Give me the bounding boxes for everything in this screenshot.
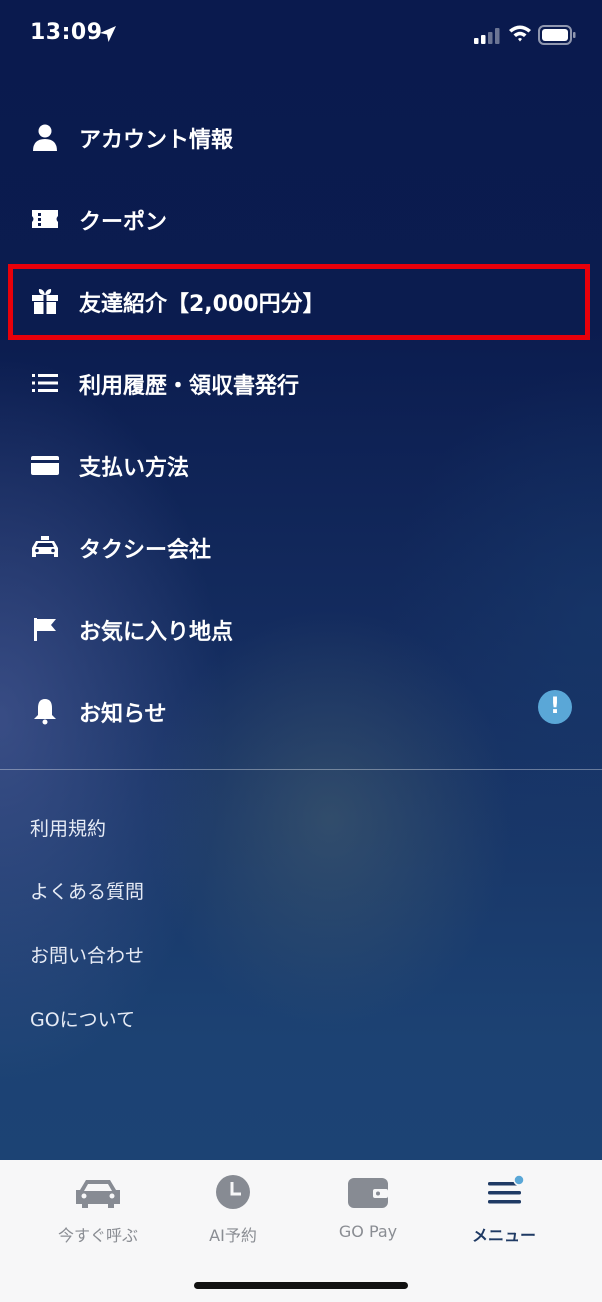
menu-item-payment[interactable]: 支払い方法 (0, 424, 602, 506)
taxi-icon (32, 536, 58, 557)
tab-label: メニュー (471, 1226, 536, 1245)
tab-label: AI予約 (209, 1226, 257, 1245)
tab-menu[interactable]: メニュー (444, 1160, 564, 1260)
wallet-icon (348, 1178, 388, 1208)
link-contact[interactable]: お問い合わせ (30, 941, 144, 968)
menu-item-notifications[interactable]: お知らせ (0, 670, 602, 752)
menu-item-favorites[interactable]: お気に入り地点 (0, 588, 602, 670)
menu-item-label: お気に入り地点 (79, 620, 234, 645)
menu-item-label: タクシー会社 (79, 538, 212, 563)
menu-item-history[interactable]: 利用履歴・領収書発行 (0, 342, 602, 424)
card-icon (31, 456, 59, 475)
tab-call-now[interactable]: 今すぐ呼ぶ (38, 1160, 158, 1260)
menu-item-label: クーポン (79, 210, 168, 235)
home-indicator (194, 1282, 408, 1289)
highlight-frame (8, 264, 590, 340)
link-faq[interactable]: よくある質問 (30, 877, 144, 904)
car-icon (76, 1180, 120, 1208)
tab-bar: 今すぐ呼ぶ AI予約 GO Pay メニュー (0, 1160, 602, 1302)
person-icon (33, 124, 57, 151)
wifi-icon (509, 25, 531, 42)
list-icon (32, 374, 58, 392)
status-bar: 13:09 (0, 0, 602, 72)
notification-badge: ! (538, 690, 572, 724)
status-time: 13:09 (30, 20, 103, 45)
tab-ai-reservation[interactable]: AI予約 (173, 1160, 293, 1260)
menu-item-label: アカウント情報 (79, 128, 234, 153)
bell-icon (34, 699, 56, 725)
menu-item-label: 支払い方法 (79, 456, 190, 481)
menu-screen: 13:09 アカウント情報 クーポン 友達紹介【2,000円分】 利用履歴・領収… (0, 0, 602, 1302)
link-about-go[interactable]: GOについて (30, 1005, 135, 1032)
battery-icon (538, 25, 576, 45)
menu-icon (488, 1174, 525, 1204)
menu-item-label: 利用履歴・領収書発行 (79, 374, 300, 399)
flag-icon (34, 618, 56, 641)
divider (0, 769, 602, 770)
cellular-signal-icon (474, 28, 500, 44)
tab-go-pay[interactable]: GO Pay (308, 1160, 428, 1260)
menu-item-label: お知らせ (79, 702, 167, 727)
menu-item-taxi-company[interactable]: タクシー会社 (0, 506, 602, 588)
menu-item-coupon[interactable]: クーポン (0, 178, 602, 260)
menu-item-account[interactable]: アカウント情報 (0, 96, 602, 178)
tab-label: GO Pay (338, 1222, 398, 1241)
link-terms[interactable]: 利用規約 (30, 814, 106, 841)
clock-icon (216, 1175, 250, 1209)
tab-label: 今すぐ呼ぶ (57, 1226, 138, 1245)
location-arrow-icon (100, 26, 116, 42)
ticket-icon (32, 210, 58, 228)
